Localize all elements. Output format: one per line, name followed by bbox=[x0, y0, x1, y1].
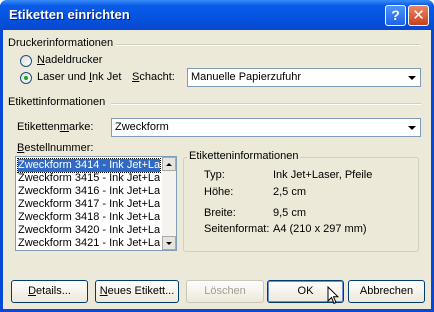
etikettenmarke-select[interactable]: Zweckform bbox=[111, 118, 421, 137]
hoehe-value: 2,5 cm bbox=[273, 186, 307, 198]
radio-nadeldrucker[interactable] bbox=[20, 55, 32, 67]
list-item[interactable]: Zweckform 3415 - Ink Jet+La bbox=[18, 172, 160, 185]
new-label-button[interactable]: Neues Etikett... bbox=[95, 280, 179, 303]
title-bar[interactable]: Etiketten einrichten ? ✕ bbox=[0, 0, 434, 30]
bestellnummer-list[interactable]: Zweckform 3414 - Ink Jet+La Zweckform 34… bbox=[15, 156, 177, 251]
chevron-down-icon[interactable] bbox=[404, 120, 419, 135]
seitenformat-label: Seitenformat: bbox=[204, 223, 270, 235]
dialog-window: Etiketten einrichten ? ✕ Druckerinformat… bbox=[0, 0, 434, 312]
bestellnummer-label: Bestellnummer: bbox=[17, 142, 94, 154]
question-mark-icon: ? bbox=[391, 7, 400, 23]
hoehe-label: Höhe: bbox=[204, 186, 234, 198]
radio-selected-dot bbox=[24, 76, 28, 80]
list-item[interactable]: Zweckform 3416 - Ink Jet+La bbox=[18, 185, 160, 198]
window-title: Etiketten einrichten bbox=[9, 7, 130, 22]
seitenformat-value: A4 (210 x 297 mm) bbox=[273, 223, 367, 235]
close-button[interactable]: ✕ bbox=[408, 5, 429, 26]
chevron-down-icon[interactable] bbox=[404, 70, 419, 85]
label-laser-inkjet: Laser und Ink Jet bbox=[37, 71, 122, 83]
radio-laser-inkjet[interactable] bbox=[20, 72, 32, 84]
close-icon: ✕ bbox=[412, 7, 425, 24]
list-item[interactable]: Zweckform 3417 - Ink Jet+La bbox=[18, 198, 160, 211]
list-item[interactable]: Zweckform 3421 - Ink Jet+La bbox=[18, 237, 160, 250]
mouse-pointer-icon bbox=[327, 286, 339, 305]
dialog-client-area: Druckerinformationen Nadeldrucker Laser … bbox=[3, 30, 431, 309]
label-nadeldrucker: Nadeldrucker bbox=[37, 54, 103, 66]
delete-button[interactable]: Löschen bbox=[186, 280, 264, 303]
label-info-group-label: Etikettinformationen bbox=[8, 96, 106, 108]
cancel-button[interactable]: Abbrechen bbox=[348, 280, 425, 303]
scroll-down-arrow-icon[interactable] bbox=[162, 236, 176, 250]
list-item[interactable]: Zweckform 3414 - Ink Jet+La bbox=[17, 158, 161, 173]
scroll-up-arrow-icon[interactable] bbox=[162, 157, 176, 171]
list-scrollbar[interactable] bbox=[162, 157, 176, 250]
list-item[interactable]: Zweckform 3418 - Ink Jet+La bbox=[18, 211, 160, 224]
details-button[interactable]: Details... bbox=[11, 280, 88, 303]
schacht-label: Schacht: bbox=[132, 71, 175, 83]
label-details-legend: Etiketteninformationen bbox=[187, 150, 301, 162]
etikettenmarke-label: Etikettenmarke: bbox=[17, 121, 94, 133]
list-item[interactable]: Zweckform 3420 - Ink Jet+La bbox=[18, 224, 160, 237]
schacht-select[interactable]: Manuelle Papierzufuhr bbox=[187, 68, 421, 87]
breite-label: Breite: bbox=[204, 207, 236, 219]
breite-value: 9,5 cm bbox=[273, 207, 307, 219]
schacht-value: Manuelle Papierzufuhr bbox=[191, 71, 302, 83]
label-group-separator bbox=[111, 103, 421, 105]
typ-value: Ink Jet+Laser, Pfeile bbox=[273, 169, 373, 181]
printer-info-group-label: Druckerinformationen bbox=[8, 37, 114, 49]
etikettenmarke-value: Zweckform bbox=[115, 121, 169, 133]
typ-label: Typ: bbox=[204, 169, 225, 181]
printer-group-separator bbox=[116, 44, 421, 46]
help-button[interactable]: ? bbox=[385, 5, 406, 26]
